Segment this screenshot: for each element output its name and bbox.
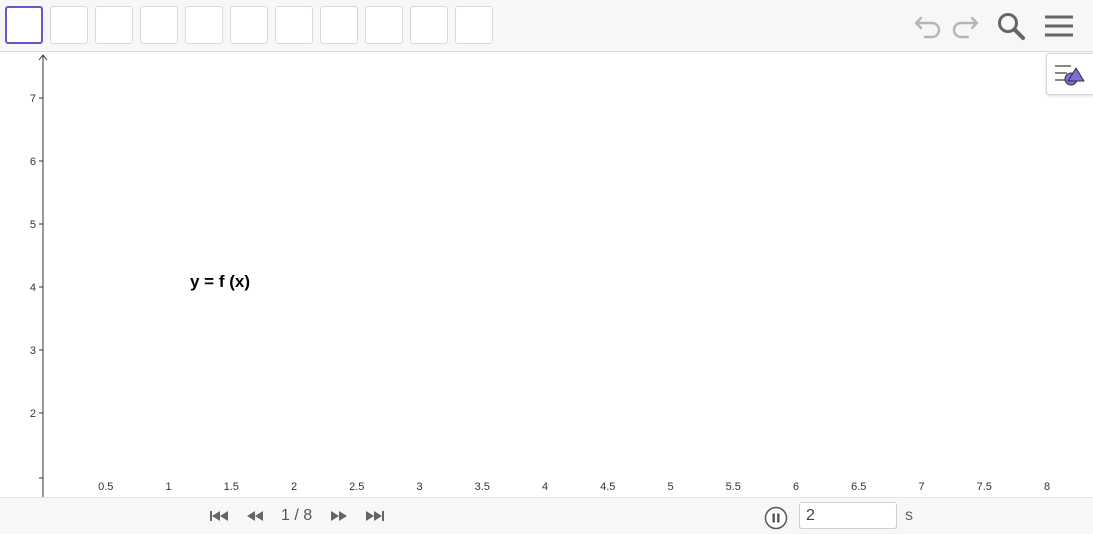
x-tick-label: 2.5 [349, 481, 364, 493]
duration-input[interactable] [799, 502, 897, 529]
x-tick-label: 4.5 [600, 481, 615, 493]
style-bar-toggle-button[interactable] [1046, 53, 1093, 95]
coordinate-axes: 2 3 4 5 6 7 0.5 1 1.5 2 2.5 3 3.5 4 4.5 5 5.5 6 6.5 7 7.5 8 [30, 54, 1050, 497]
x-tick-label: 6.5 [851, 481, 866, 493]
y-tick-label: 4 [30, 282, 36, 294]
y-tick-label: 2 [30, 408, 36, 420]
search-icon[interactable] [995, 10, 1027, 42]
slide-counter: 1 / 8 [281, 507, 313, 524]
x-tick-label: 1 [165, 481, 171, 493]
style-bar-toggle-icon [1055, 65, 1085, 86]
pause-icon[interactable] [764, 506, 788, 530]
x-tick-label: 7.5 [977, 481, 992, 493]
toolbar [0, 0, 1093, 52]
tool-button-5[interactable] [185, 6, 223, 44]
x-tick-label: 3.5 [475, 481, 490, 493]
x-tick-label: 7 [918, 481, 924, 493]
graphics-view[interactable]: 2 3 4 5 6 7 0.5 1 1.5 2 2.5 3 3.5 4 4.5 5 5.5 6 6.5 7 7.5 8 y… [0, 53, 1093, 497]
tool-button-8[interactable] [320, 6, 358, 44]
skip-first-icon[interactable] [208, 507, 230, 525]
undo-icon[interactable] [912, 10, 944, 42]
x-tick-label: 8 [1044, 481, 1050, 493]
step-back-icon[interactable] [244, 507, 266, 525]
playback-bar: 1 / 8 s [0, 497, 1093, 534]
tool-button-11[interactable] [455, 6, 493, 44]
redo-icon[interactable] [949, 10, 981, 42]
x-tick-label: 1.5 [224, 481, 239, 493]
tool-button-7[interactable] [275, 6, 313, 44]
y-tick-label: 6 [30, 156, 36, 168]
step-forward-icon[interactable] [328, 507, 350, 525]
function-label[interactable]: y = f (x) [190, 272, 250, 292]
y-tick-label: 5 [30, 219, 36, 231]
tool-button-4[interactable] [140, 6, 178, 44]
tool-button-6[interactable] [230, 6, 268, 44]
tool-button-1[interactable] [5, 6, 43, 44]
menu-icon[interactable] [1043, 10, 1075, 42]
skip-last-icon[interactable] [364, 507, 386, 525]
tool-button-3[interactable] [95, 6, 133, 44]
x-tick-label: 2 [291, 481, 297, 493]
duration-unit-label: s [905, 507, 913, 524]
x-tick-label: 5 [667, 481, 673, 493]
tool-button-9[interactable] [365, 6, 403, 44]
x-tick-label: 3 [416, 481, 422, 493]
x-tick-label: 5.5 [726, 481, 741, 493]
y-tick-label: 3 [30, 345, 36, 357]
y-tick-label: 7 [30, 93, 36, 105]
tool-button-2[interactable] [50, 6, 88, 44]
x-tick-label: 6 [793, 481, 799, 493]
x-tick-label: 0.5 [98, 481, 113, 493]
x-tick-label: 4 [542, 481, 548, 493]
tool-button-10[interactable] [410, 6, 448, 44]
